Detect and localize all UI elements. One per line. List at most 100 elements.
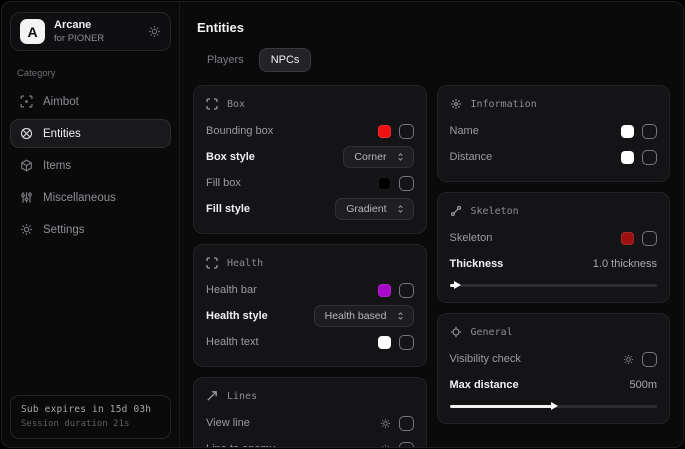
- card-box: Box Bounding box Box style Corner: [193, 85, 427, 234]
- slider-fill: [450, 405, 554, 408]
- sidebar-item-entities[interactable]: Entities: [10, 119, 171, 148]
- setting-row-distance: Distance: [450, 144, 658, 170]
- setting-label: Health text: [206, 336, 259, 348]
- card-title: Lines: [227, 391, 257, 402]
- gear-icon[interactable]: [380, 444, 391, 448]
- left-column: Box Bounding box Box style Corner: [193, 85, 427, 447]
- sidebar: A Arcane for PIONER Category: [2, 2, 180, 447]
- color-swatch[interactable]: [378, 125, 391, 138]
- skeleton-checkbox[interactable]: [642, 231, 657, 246]
- setting-label: Bounding box: [206, 125, 273, 137]
- setting-row-bounding-box: Bounding box: [206, 118, 414, 144]
- setting-row-skeleton: Skeleton: [450, 225, 658, 251]
- bounding-box-checkbox[interactable]: [399, 124, 414, 139]
- gear-icon[interactable]: [148, 25, 161, 38]
- sidebar-item-label: Entities: [43, 128, 81, 140]
- name-checkbox[interactable]: [642, 124, 657, 139]
- setting-label: View line: [206, 417, 250, 429]
- health-bar-checkbox[interactable]: [399, 283, 414, 298]
- fill-box-checkbox[interactable]: [399, 176, 414, 191]
- sidebar-item-miscellaneous[interactable]: Miscellaneous: [10, 183, 171, 212]
- card-title: Skeleton: [471, 206, 519, 217]
- sidebar-item-settings[interactable]: Settings: [10, 215, 171, 244]
- setting-label: Thickness: [450, 258, 504, 270]
- gear-icon[interactable]: [380, 418, 391, 429]
- setting-row-health-style: Health style Health based: [206, 303, 414, 329]
- card-general-header: General: [450, 326, 658, 338]
- setting-label: Line to enemy: [206, 443, 275, 447]
- line-to-enemy-checkbox[interactable]: [399, 442, 414, 448]
- color-swatch[interactable]: [378, 284, 391, 297]
- right-column: Information Name Distance: [437, 85, 671, 424]
- box-style-dropdown[interactable]: Corner: [343, 146, 413, 168]
- sidebar-item-items[interactable]: Items: [10, 151, 171, 180]
- setting-label: Fill style: [206, 203, 250, 215]
- health-style-dropdown[interactable]: Health based: [314, 305, 414, 327]
- setting-row-view-line: View line: [206, 410, 414, 436]
- sidebar-item-label: Items: [43, 160, 71, 172]
- setting-row-health-bar: Health bar: [206, 277, 414, 303]
- health-text-checkbox[interactable]: [399, 335, 414, 350]
- setting-row-box-style: Box style Corner: [206, 144, 414, 170]
- card-title: General: [471, 327, 513, 338]
- setting-row-name: Name: [450, 118, 658, 144]
- bone-icon: [450, 205, 462, 217]
- color-swatch[interactable]: [378, 177, 391, 190]
- tab-npcs[interactable]: NPCs: [259, 48, 312, 72]
- setting-row-health-text: Health text: [206, 329, 414, 355]
- slider-thumb[interactable]: [454, 281, 461, 289]
- sidebar-item-label: Miscellaneous: [43, 192, 116, 204]
- dropdown-value: Health based: [325, 310, 387, 322]
- thickness-value: 1.0 thickness: [593, 258, 657, 270]
- corners-icon: [206, 98, 218, 110]
- card-skeleton-header: Skeleton: [450, 205, 658, 217]
- distance-checkbox[interactable]: [642, 150, 657, 165]
- max-distance-slider[interactable]: [450, 401, 658, 411]
- card-title: Health: [227, 258, 263, 269]
- setting-label: Box style: [206, 151, 255, 163]
- chevron-up-down-icon: [396, 204, 405, 214]
- gear-icon[interactable]: [623, 354, 634, 365]
- card-information: Information Name Distance: [437, 85, 671, 182]
- setting-label: Health bar: [206, 284, 257, 296]
- app-window: A Arcane for PIONER Category: [1, 1, 684, 448]
- setting-row-line-to-enemy: Line to enemy: [206, 436, 414, 447]
- app-header-card: A Arcane for PIONER: [10, 12, 171, 51]
- items-icon: [20, 159, 33, 172]
- app-subtitle: for PIONER: [54, 33, 104, 44]
- tab-players[interactable]: Players: [195, 48, 256, 72]
- app-titles: Arcane for PIONER: [54, 19, 104, 44]
- entities-icon: [20, 127, 33, 140]
- settings-columns: Box Bounding box Box style Corner: [193, 85, 670, 447]
- color-swatch[interactable]: [621, 232, 634, 245]
- color-swatch[interactable]: [378, 336, 391, 349]
- color-swatch[interactable]: [621, 151, 634, 164]
- card-health-header: Health: [206, 257, 414, 269]
- setting-label: Health style: [206, 310, 268, 322]
- sidebar-item-label: Aimbot: [43, 96, 79, 108]
- target-icon: [450, 326, 462, 338]
- setting-label: Max distance: [450, 379, 519, 391]
- setting-label: Visibility check: [450, 353, 521, 365]
- chevron-up-down-icon: [396, 152, 405, 162]
- sidebar-item-aimbot[interactable]: Aimbot: [10, 87, 171, 116]
- setting-row-fill-box: Fill box: [206, 170, 414, 196]
- card-title: Information: [471, 99, 537, 110]
- card-lines: Lines View line: [193, 377, 427, 447]
- slider-thumb[interactable]: [551, 402, 558, 410]
- sidebar-nav: Aimbot Entities Items: [10, 87, 171, 244]
- card-skeleton: Skeleton Skeleton Thickness 1.0 thicknes…: [437, 192, 671, 303]
- thickness-slider[interactable]: [450, 280, 658, 290]
- card-general: General Visibility check: [437, 313, 671, 424]
- color-swatch[interactable]: [621, 125, 634, 138]
- fill-style-dropdown[interactable]: Gradient: [335, 198, 413, 220]
- app-name: Arcane: [54, 19, 104, 31]
- slider-track: [450, 284, 658, 287]
- setting-label: Distance: [450, 151, 493, 163]
- setting-row-thickness: Thickness 1.0 thickness: [450, 251, 658, 277]
- view-line-checkbox[interactable]: [399, 416, 414, 431]
- visibility-check-checkbox[interactable]: [642, 352, 657, 367]
- setting-label: Skeleton: [450, 232, 493, 244]
- subscription-card: Sub expires in 15d 03h Session duration …: [10, 395, 171, 439]
- miscellaneous-icon: [20, 191, 33, 204]
